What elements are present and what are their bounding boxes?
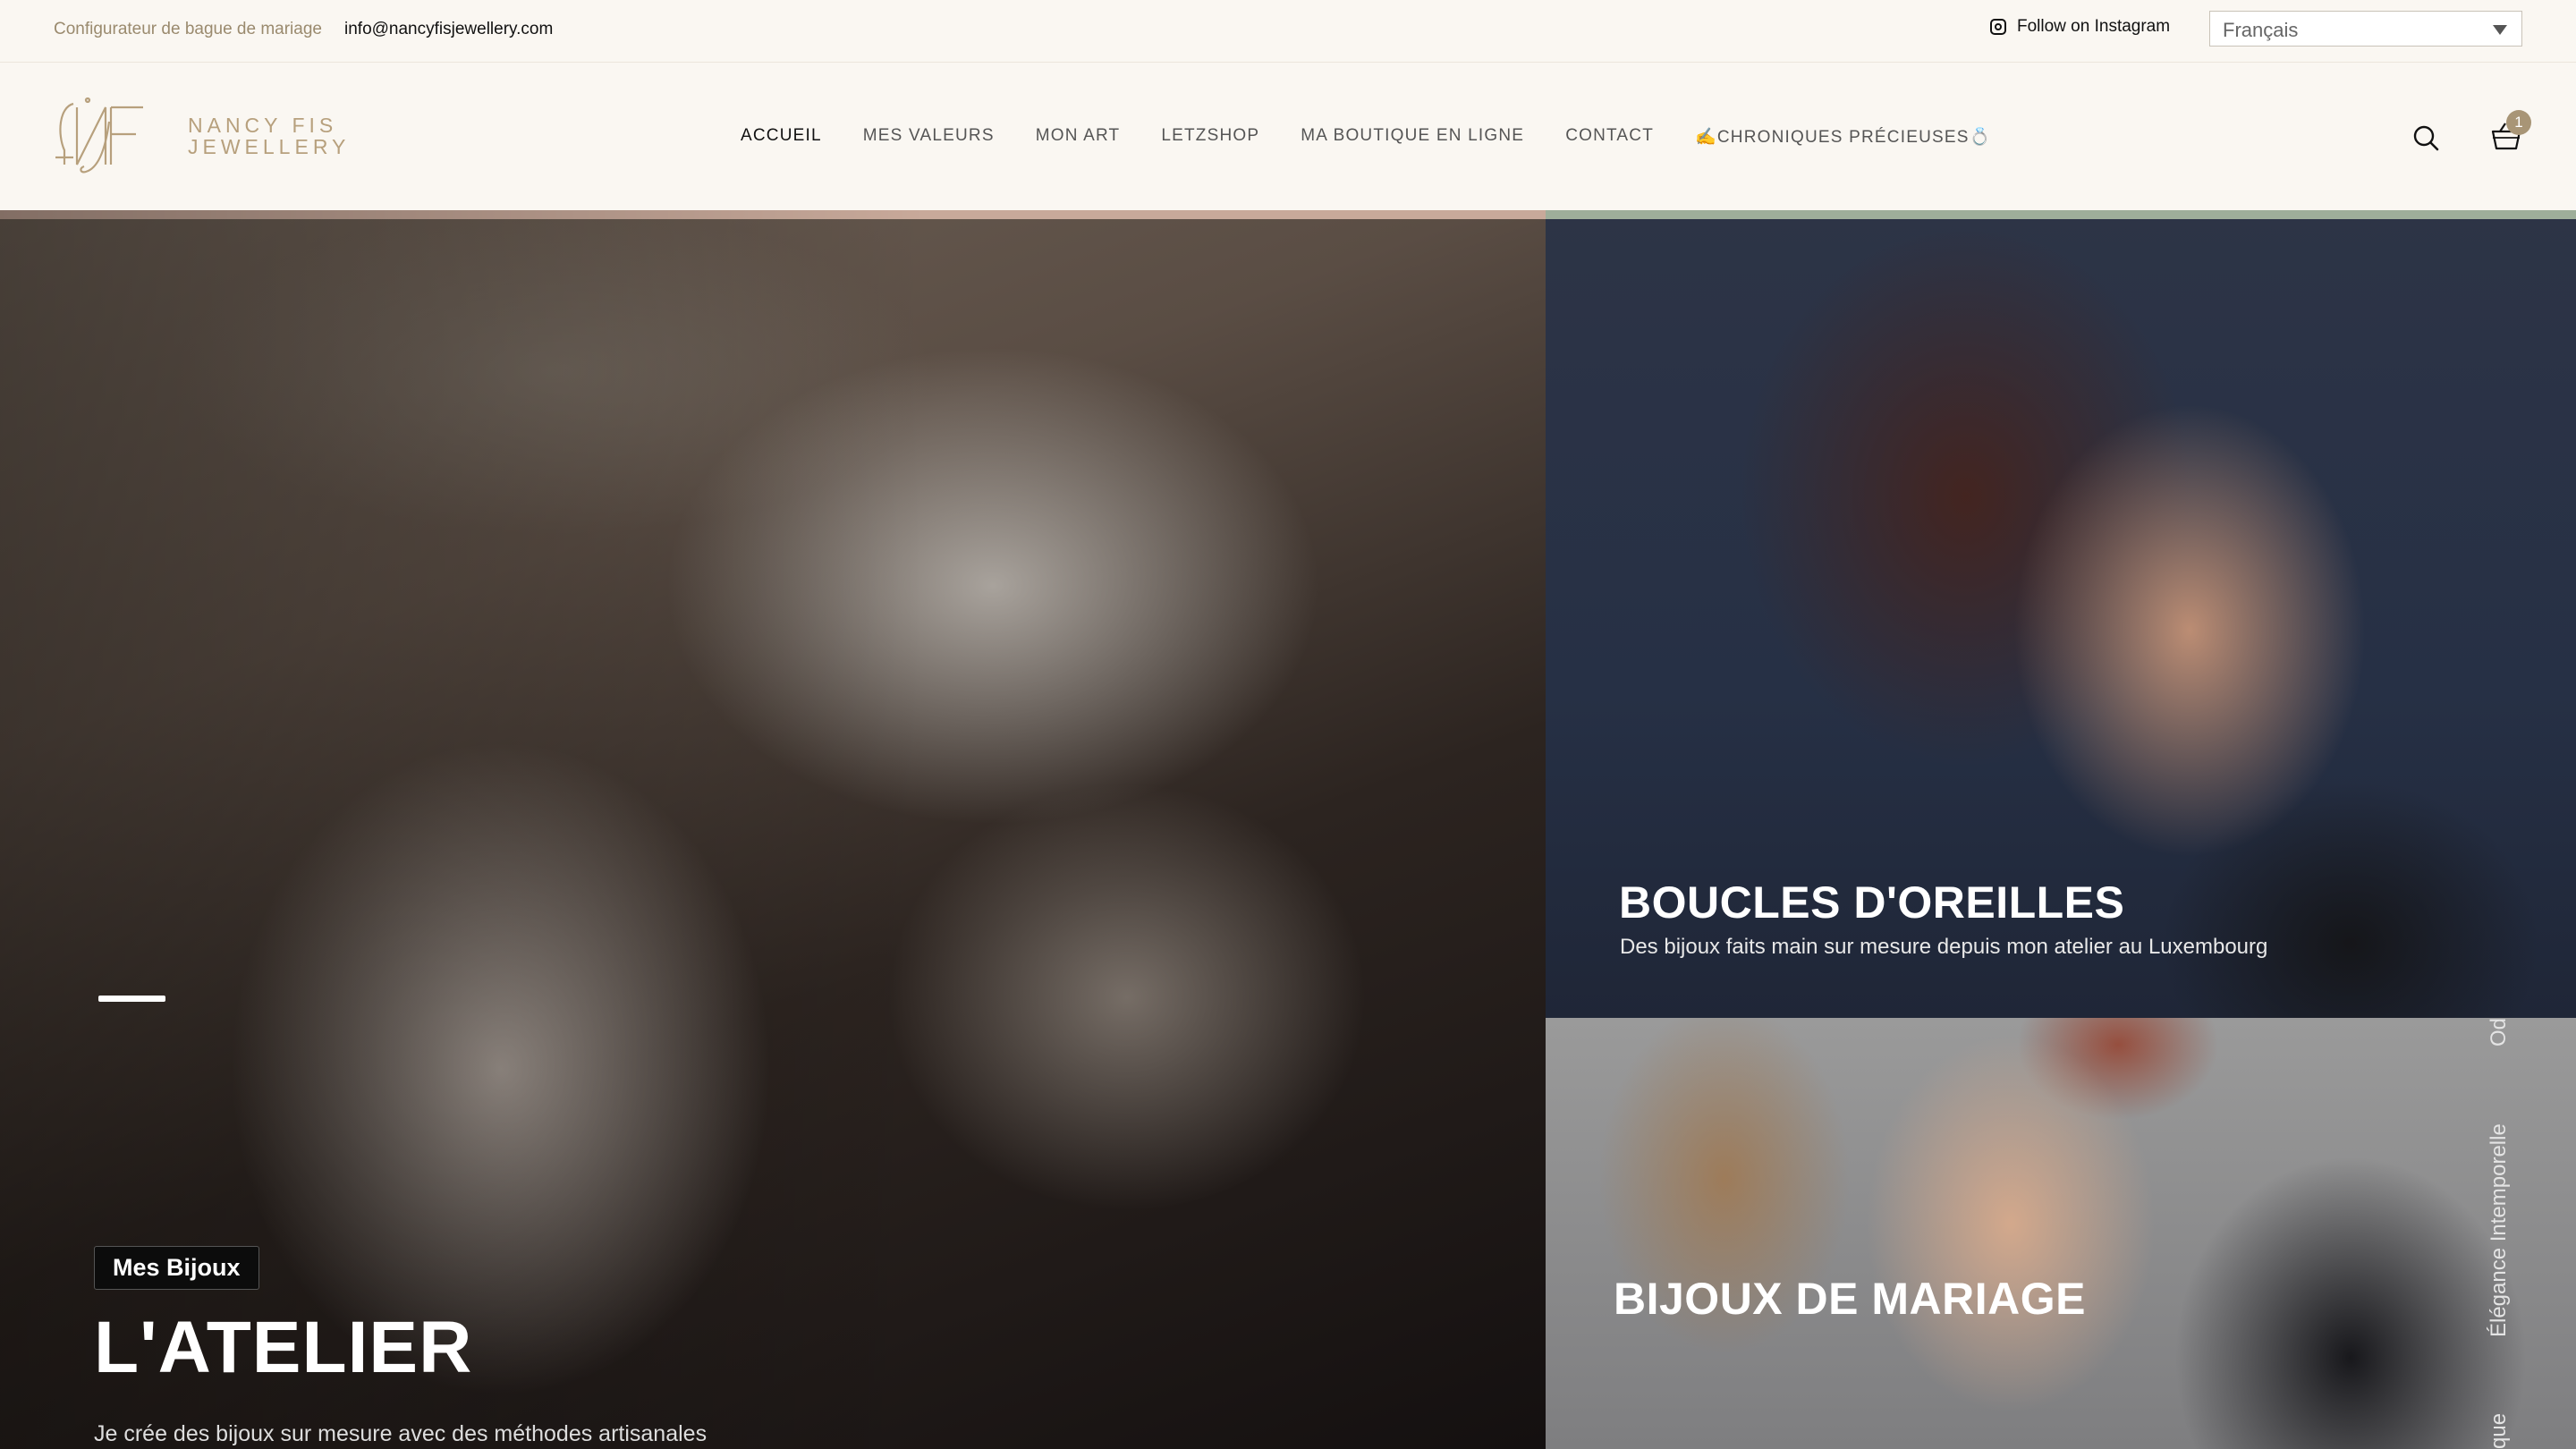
main-nav: ACCUEIL MES VALEURS MON ART LETZSHOP MA … [741, 126, 1991, 148]
card-top-band [1546, 210, 2576, 219]
vertical-caption-3: que [2487, 1412, 2511, 1449]
slider-indicator[interactable] [98, 996, 165, 1002]
cart-count-badge: 1 [2506, 110, 2531, 135]
hero-title: L'ATELIER [94, 1307, 473, 1388]
vertical-caption-1: Od [2487, 1018, 2511, 1046]
main-header: NANCY FIS JEWELLERY ACCUEIL MES VALEURS … [0, 64, 2576, 210]
earrings-card[interactable]: BOUCLES D'OREILLES Des bijoux faits main… [1546, 210, 2576, 1018]
nav-letzshop[interactable]: LETZSHOP [1161, 126, 1259, 148]
instagram-label: Follow on Instagram [2017, 17, 2171, 36]
vertical-caption-2: Élégance Intemporelle [2487, 1123, 2511, 1337]
instagram-icon [1990, 19, 2006, 35]
instagram-link[interactable]: Follow on Instagram [1990, 17, 2170, 37]
language-selected-value: Français [2223, 19, 2299, 41]
hero-tag: Mes Bijoux [94, 1246, 259, 1290]
chevron-down-icon [2493, 25, 2507, 35]
nav-accueil[interactable]: ACCUEIL [741, 126, 822, 148]
logo-monogram-icon [55, 97, 143, 174]
earrings-title: BOUCLES D'OREILLES [1619, 877, 2125, 928]
ring-configurator-link[interactable]: Configurateur de bague de mariage [54, 20, 322, 39]
hero-subtitle: Je crée des bijoux sur mesure avec des m… [94, 1421, 708, 1446]
nav-boutique-en-ligne[interactable]: MA BOUTIQUE EN LIGNE [1301, 126, 1524, 148]
logo-line-2: JEWELLERY [188, 135, 351, 158]
search-icon[interactable] [2412, 124, 2439, 151]
email-link[interactable]: info@nancyfisjewellery.com [344, 20, 553, 39]
top-bar: Configurateur de bague de mariage info@n… [0, 0, 2576, 63]
wedding-jewellery-card[interactable]: BIJOUX DE MARIAGE Od Élégance Intemporel… [1546, 1018, 2576, 1449]
nav-chroniques-precieuses[interactable]: ✍️CHRONIQUES PRÉCIEUSES💍 [1695, 126, 1991, 148]
nav-contact[interactable]: CONTACT [1565, 126, 1654, 148]
logo-line-1: NANCY FIS [188, 114, 338, 137]
wedding-title: BIJOUX DE MARIAGE [1614, 1274, 2087, 1324]
logo[interactable]: NANCY FIS JEWELLERY [54, 95, 345, 175]
language-select[interactable]: Français [2209, 11, 2522, 47]
logo-wordmark: NANCY FIS JEWELLERY [188, 114, 350, 157]
earrings-subtitle: Des bijoux faits main sur mesure depuis … [1620, 935, 2268, 959]
nav-mes-valeurs[interactable]: MES VALEURS [863, 126, 995, 148]
hero-atelier-image[interactable]: Mes Bijoux L'ATELIER Je crée des bijoux … [0, 210, 1546, 1449]
nav-mon-art[interactable]: MON ART [1036, 126, 1121, 148]
